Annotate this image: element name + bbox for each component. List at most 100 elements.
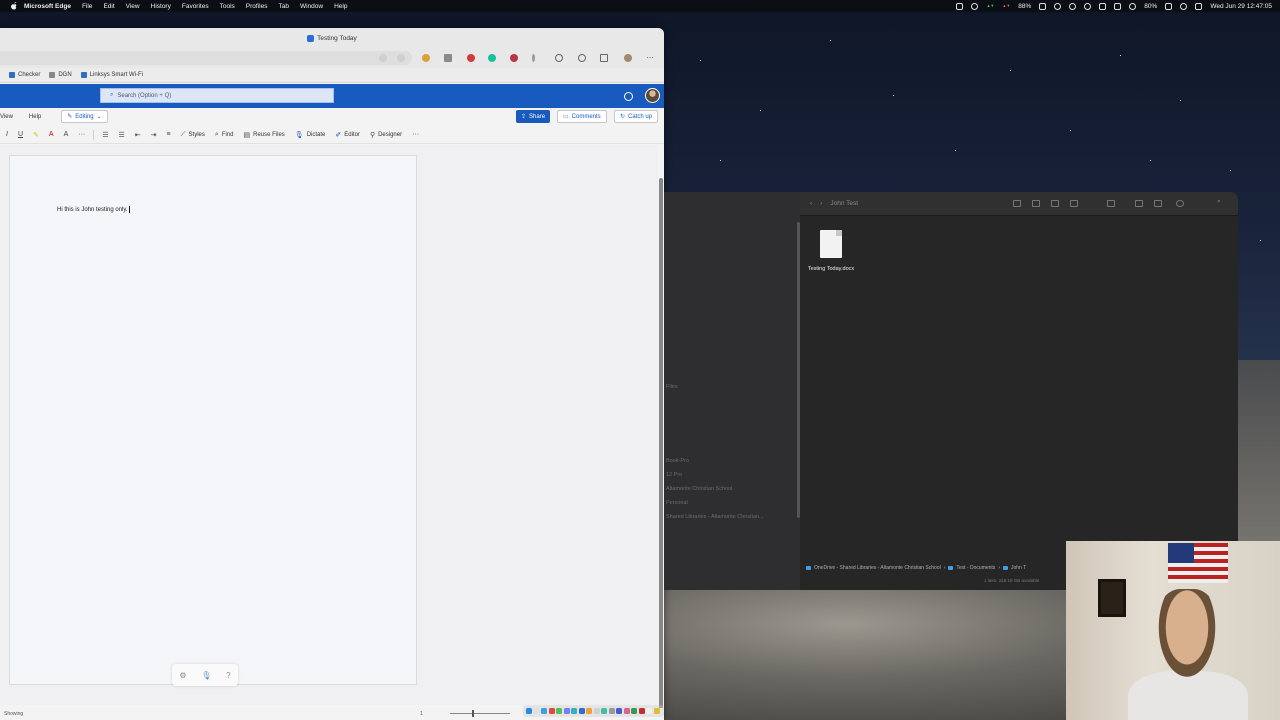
dock-app-icon[interactable] <box>623 708 630 714</box>
dock-app-icon[interactable] <box>571 708 577 714</box>
extension-icon[interactable] <box>532 54 535 62</box>
more-format-icon[interactable]: ··· <box>73 131 90 138</box>
bullets-icon[interactable]: ☰ <box>97 131 113 139</box>
extension-icon[interactable] <box>555 54 563 62</box>
sidebar-item[interactable]: 12 Pro <box>666 472 682 478</box>
dictate-button[interactable]: 🎙︎ Dictate <box>290 131 331 139</box>
file-name-label[interactable]: Testing Today.docx <box>806 266 856 273</box>
reuse-files-button[interactable]: ▤ Reuse Files <box>238 131 289 139</box>
menu-profiles[interactable]: Profiles <box>246 3 268 10</box>
cloud-icon[interactable] <box>1054 2 1062 10</box>
dock-app-icon[interactable] <box>533 708 540 714</box>
menu-tab[interactable]: Tab <box>278 3 288 10</box>
styles-button[interactable]: ⟋ Styles <box>176 131 210 139</box>
favorite-checker[interactable]: Checker <box>9 72 40 78</box>
menu-favorites[interactable]: Favorites <box>182 3 209 10</box>
dock-app-icon[interactable] <box>593 708 600 714</box>
zoom-slider-handle[interactable] <box>472 710 474 717</box>
dock-app-icon[interactable] <box>653 708 660 714</box>
icon-view-icon[interactable] <box>1013 200 1021 207</box>
sync-icon[interactable] <box>971 2 979 10</box>
dock-app-icon[interactable] <box>541 708 547 714</box>
dock-app-icon[interactable] <box>608 708 615 714</box>
back-arrow-icon[interactable]: ‹ <box>810 200 812 207</box>
italic-icon[interactable]: I <box>0 131 13 138</box>
docx-file-icon[interactable] <box>820 230 842 258</box>
dock-app-icon[interactable] <box>646 708 652 714</box>
font-color-icon[interactable]: A <box>44 131 59 138</box>
profile-avatar-icon[interactable] <box>624 54 632 62</box>
menu-help[interactable]: Help <box>334 3 347 10</box>
dock-app-icon[interactable] <box>548 708 555 714</box>
extension-icon[interactable] <box>422 54 430 62</box>
highlight-icon[interactable]: ✎ <box>28 131 44 139</box>
designer-button[interactable]: ⚲ Designer <box>365 131 407 139</box>
column-view-icon[interactable] <box>1051 200 1059 207</box>
list-view-icon[interactable] <box>1032 200 1040 207</box>
tag-icon[interactable] <box>1154 200 1162 207</box>
url-field[interactable] <box>0 51 412 65</box>
dock-app-icon[interactable] <box>601 708 607 714</box>
dock-app-icon[interactable] <box>586 708 592 714</box>
collections-icon[interactable] <box>600 54 608 62</box>
share-button[interactable]: ⇪ Share <box>516 110 551 123</box>
read-aloud-icon[interactable] <box>379 54 387 62</box>
apple-icon[interactable] <box>10 2 18 10</box>
battery-percent[interactable]: 88% <box>1018 3 1031 10</box>
clear-format-icon[interactable]: A <box>59 131 74 138</box>
cloud-icon[interactable] <box>1069 2 1077 10</box>
dock-app-icon[interactable] <box>631 708 637 714</box>
align-icon[interactable]: ≡ <box>162 131 176 138</box>
find-button[interactable]: ⌕ Find <box>210 131 239 139</box>
extension-icon[interactable] <box>444 54 452 62</box>
search-icon[interactable]: ⌕ <box>1217 198 1221 206</box>
dock-app-icon[interactable] <box>526 708 532 714</box>
tab-view[interactable]: View <box>0 114 21 120</box>
settings-gear-icon[interactable]: ⚙ <box>179 671 186 680</box>
comments-button[interactable]: ▭ Comments <box>557 110 607 123</box>
extension-icon[interactable] <box>397 54 405 62</box>
catch-up-button[interactable]: ↻ Catch up <box>614 110 659 123</box>
more-options-icon[interactable]: ··· <box>646 53 654 62</box>
browser-tab[interactable]: Testing Today <box>307 34 357 42</box>
editing-mode-button[interactable]: ✎ Editing ⌄ <box>61 110 108 123</box>
menu-edit[interactable]: Edit <box>103 3 114 10</box>
menu-tools[interactable]: Tools <box>220 3 235 10</box>
favorites-star-icon[interactable] <box>578 54 586 62</box>
dock-app-icon[interactable] <box>578 708 585 714</box>
outdent-icon[interactable]: ⇤ <box>130 131 146 139</box>
underline-icon[interactable]: U <box>13 131 28 138</box>
search-icon[interactable] <box>1084 2 1092 10</box>
dock-app-icon[interactable] <box>563 708 570 714</box>
menu-file[interactable]: File <box>82 3 92 10</box>
action-icon[interactable] <box>1176 200 1184 207</box>
settings-gear-icon[interactable] <box>624 92 633 101</box>
help-icon[interactable]: ? <box>226 671 230 680</box>
sidebar-item[interactable]: Personal <box>666 500 688 506</box>
document-body-text[interactable]: Hi this is John testing only. <box>57 206 130 213</box>
zoom-slider[interactable] <box>450 713 510 714</box>
sidebar-item[interactable]: Shared Libraries - Altamonte Christian..… <box>666 514 764 520</box>
editor-button[interactable]: ✐ Editor <box>330 131 365 139</box>
menu-view[interactable]: View <box>126 3 140 10</box>
battery-icon[interactable] <box>1165 2 1173 10</box>
favorite-linksys[interactable]: Linksys Smart Wi-Fi <box>80 72 143 78</box>
sidebar-item[interactable]: Altamonte Christian School <box>666 486 732 492</box>
user-avatar[interactable] <box>645 88 660 103</box>
menu-app-name[interactable]: Microsoft Edge <box>24 3 71 10</box>
bluetooth-icon[interactable] <box>1039 2 1047 10</box>
favorite-dgn[interactable]: DGN <box>49 72 72 78</box>
forward-arrow-icon[interactable]: › <box>820 200 822 207</box>
display-icon[interactable] <box>1114 2 1122 10</box>
control-center-icon[interactable] <box>1195 2 1203 10</box>
menu-history[interactable]: History <box>151 3 171 10</box>
indent-icon[interactable]: ⇥ <box>146 131 162 139</box>
sidebar-item[interactable]: Book-Pro <box>666 458 689 464</box>
document-page[interactable]: Hi this is John testing only. <box>9 155 417 685</box>
dock-app-icon[interactable] <box>616 708 622 714</box>
more-options-icon[interactable]: ··· <box>407 131 424 138</box>
user-icon[interactable] <box>1180 2 1188 10</box>
vertical-scrollbar-thumb[interactable] <box>659 178 663 718</box>
share-icon[interactable] <box>1135 200 1143 207</box>
word-search-input[interactable]: ⌕ Search (Option + Q) <box>100 88 334 103</box>
